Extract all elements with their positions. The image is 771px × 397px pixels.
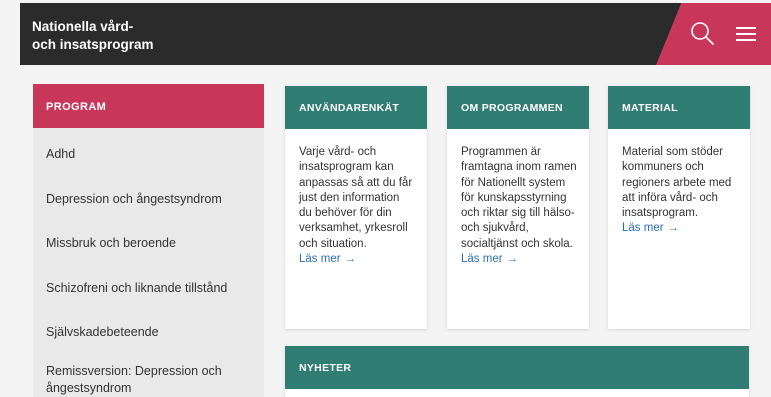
site-title-line-2: och insatsprogram	[32, 37, 154, 52]
menu-button[interactable]	[732, 20, 760, 48]
card-text: Material som stöder kommuners och region…	[622, 146, 732, 220]
site-title-line-1: Nationella vård-	[32, 19, 134, 34]
card-heading[interactable]: OM PROGRAMMEN	[447, 86, 589, 129]
program-list: Adhd Depression och ångestsyndrom Missbr…	[33, 128, 264, 397]
program-sidebar: PROGRAM Adhd Depression och ångestsyndro…	[33, 84, 264, 397]
card-anvandarenkat: ANVÄNDARENKÄT Varje vård- och insatsprog…	[285, 86, 427, 329]
sidebar-item-remissversion[interactable]: Remissversion: Depression och ångestsynd…	[33, 351, 264, 397]
hamburger-menu-icon	[736, 27, 756, 41]
read-more-link[interactable]: Läs mer →	[461, 252, 518, 267]
read-more-label: Läs mer	[622, 222, 664, 235]
sidebar-item-missbruk[interactable]: Missbruk och beroende	[33, 217, 264, 262]
search-button[interactable]	[688, 20, 716, 48]
card-body: Material som stöder kommuners och region…	[608, 129, 750, 237]
arrow-right-icon: →	[667, 222, 680, 235]
read-more-link[interactable]: Läs mer →	[299, 252, 356, 267]
card-body: Programmen är framtagna inom ramen för N…	[447, 129, 589, 267]
arrow-right-icon: →	[506, 253, 519, 266]
card-text: Programmen är framtagna inom ramen för N…	[461, 146, 577, 250]
card-text: Varje vård- och insatsprogram kan anpass…	[299, 146, 413, 250]
sidebar-item-depression[interactable]: Depression och ångestsyndrom	[33, 173, 264, 218]
arrow-right-icon: →	[344, 253, 357, 266]
read-more-label: Läs mer	[461, 253, 503, 266]
news-heading[interactable]: NYHETER	[285, 346, 749, 389]
read-more-link[interactable]: Läs mer →	[622, 221, 679, 236]
read-more-label: Läs mer	[299, 253, 341, 266]
sidebar-item-schizofreni[interactable]: Schizofreni och liknande tillstånd	[33, 262, 264, 307]
card-material: MATERIAL Material som stöder kommuners o…	[608, 86, 750, 329]
sidebar-item-adhd[interactable]: Adhd	[33, 128, 264, 173]
card-heading[interactable]: MATERIAL	[608, 86, 750, 129]
sidebar-item-sjalvskadebeteende[interactable]: Självskadebeteende	[33, 306, 264, 351]
site-title[interactable]: Nationella vård- och insatsprogram	[32, 18, 192, 54]
site-header: Nationella vård- och insatsprogram	[20, 3, 771, 65]
card-body: Varje vård- och insatsprogram kan anpass…	[285, 129, 427, 267]
sidebar-heading: PROGRAM	[33, 84, 264, 128]
card-om-programmen: OM PROGRAMMEN Programmen är framtagna in…	[447, 86, 589, 329]
search-icon	[691, 22, 714, 45]
news-section: NYHETER	[285, 346, 749, 397]
card-heading[interactable]: ANVÄNDARENKÄT	[285, 86, 427, 129]
